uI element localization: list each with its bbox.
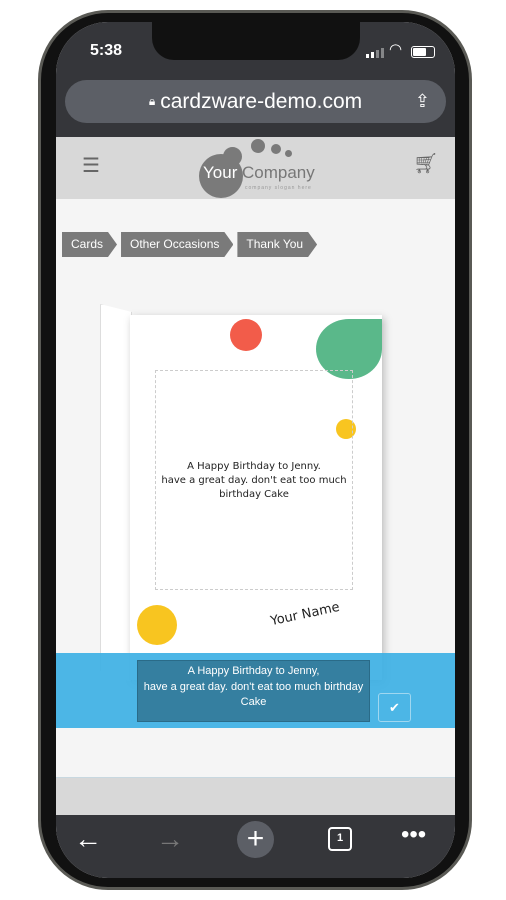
signal-icon: [366, 48, 384, 58]
site-footer: [56, 777, 455, 815]
breadcrumb: Cards Other Occasions Thank You: [62, 232, 317, 257]
address-bar[interactable]: 🔒︎ cardzware-demo.com ⇪: [65, 80, 446, 123]
forward-icon[interactable]: →: [156, 823, 184, 855]
logo[interactable]: Your Company company slogan here: [196, 137, 326, 199]
card-preview: A Happy Birthday to Jenny. have a great …: [130, 315, 382, 680]
confirm-button[interactable]: ✔: [378, 693, 411, 722]
editor-line: Cake: [240, 696, 267, 708]
card-signature[interactable]: Your Name: [269, 600, 341, 629]
tabs-button[interactable]: 1: [328, 827, 352, 851]
breadcrumb-thank-you[interactable]: Thank You: [237, 232, 317, 257]
message-line: birthday Cake: [219, 489, 289, 500]
browser-chrome: 5:38 ◠ 🔒︎ cardzware-demo.com ⇪: [56, 22, 455, 137]
browser-toolbar: ← → + 1 •••: [56, 815, 455, 878]
editor-line: have a great day. don't eat too much bir…: [143, 680, 364, 693]
breadcrumb-cards[interactable]: Cards: [62, 232, 117, 257]
site-header: ☰ Your Company company slogan here 🛒︎: [56, 137, 455, 199]
battery-icon: [411, 46, 435, 58]
cart-icon[interactable]: 🛒︎: [413, 151, 438, 176]
back-icon[interactable]: ←: [74, 823, 102, 855]
new-tab-icon[interactable]: +: [237, 821, 274, 858]
status-time: 5:38: [90, 42, 123, 59]
flower-decoration: [230, 319, 262, 351]
check-icon: ✔: [389, 700, 400, 715]
message-line: have a great day. don't eat too much: [161, 475, 347, 486]
url-text: cardzware-demo.com: [160, 89, 363, 113]
share-icon[interactable]: ⇪: [415, 91, 430, 112]
logo-word-your: Your: [203, 163, 238, 182]
message-line: A Happy Birthday to Jenny.: [187, 461, 321, 472]
notch: [152, 22, 360, 60]
breadcrumb-other-occasions[interactable]: Other Occasions: [121, 232, 233, 257]
wifi-icon: ◠: [389, 41, 403, 58]
logo-slogan: company slogan here: [245, 185, 312, 191]
flower-decoration: [137, 605, 177, 645]
message-textarea[interactable]: A Happy Birthday to Jenny, have a great …: [137, 660, 370, 722]
more-icon[interactable]: •••: [401, 821, 426, 849]
menu-icon[interactable]: ☰: [82, 153, 100, 178]
editor-line: A Happy Birthday to Jenny,: [187, 665, 320, 677]
card-message[interactable]: A Happy Birthday to Jenny. have a great …: [155, 460, 353, 502]
card-front-flap: [100, 304, 132, 682]
logo-word-company: Company: [242, 163, 315, 182]
lock-icon: 🔒︎: [148, 94, 156, 108]
screen: 5:38 ◠ 🔒︎ cardzware-demo.com ⇪ ☰ Your Co…: [56, 22, 455, 878]
